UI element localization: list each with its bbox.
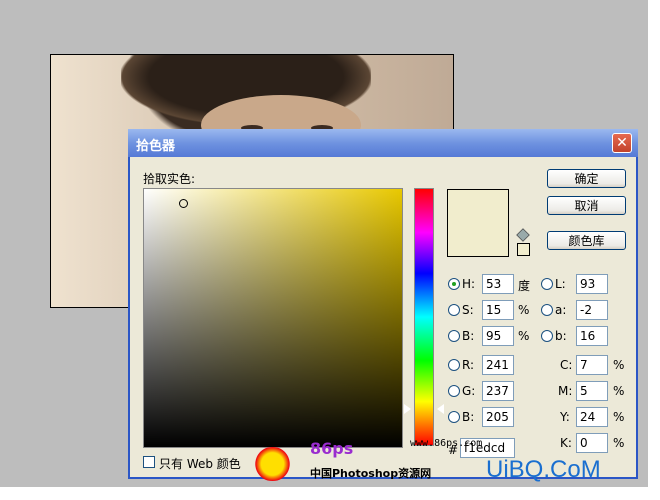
radio-a[interactable] <box>541 304 553 316</box>
out-of-gamut-cube-icon[interactable] <box>516 228 530 242</box>
color-field[interactable] <box>143 188 403 448</box>
b-unit: % <box>518 329 530 343</box>
ok-button[interactable]: 确定 <box>547 169 626 188</box>
r-input[interactable]: 241 <box>482 355 514 375</box>
hue-slider-right-arrow[interactable] <box>437 404 444 414</box>
s-unit: % <box>518 303 530 317</box>
close-button[interactable]: ✕ <box>612 133 632 153</box>
c-label: C: <box>560 358 573 372</box>
radio-b[interactable] <box>448 330 460 342</box>
cancel-button[interactable]: 取消 <box>547 196 626 215</box>
y-unit: % <box>613 410 625 424</box>
color-field-picker[interactable] <box>179 199 188 208</box>
color-library-button[interactable]: 颜色库 <box>547 231 626 250</box>
color-picker-dialog: 拾色器 ✕ 拾取实色: 确定 取消 颜色库 H: 53 度 S: 15 % B:… <box>128 129 638 481</box>
y-input[interactable]: 24 <box>576 407 608 427</box>
b-label: B: <box>462 329 475 343</box>
watermark-site-name: 中国Photoshop资源网 <box>310 467 432 480</box>
c-input[interactable]: 7 <box>576 355 608 375</box>
lab-b-input[interactable]: 16 <box>576 326 608 346</box>
watermark-brand: 86ps <box>310 439 354 458</box>
web-safe-swatch[interactable] <box>517 243 530 256</box>
g-label: G: <box>462 384 476 398</box>
l-input[interactable]: 93 <box>576 274 608 294</box>
m-label: M: <box>558 384 573 398</box>
m-input[interactable]: 5 <box>576 381 608 401</box>
rgb-b-label: B: <box>462 410 475 424</box>
radio-g[interactable] <box>448 385 460 397</box>
rgb-b-input[interactable]: 205 <box>482 407 514 427</box>
m-unit: % <box>613 384 625 398</box>
lab-b-label: b: <box>555 329 567 343</box>
web-only-checkbox[interactable] <box>143 456 155 468</box>
radio-l[interactable] <box>541 278 553 290</box>
radio-h[interactable] <box>448 278 460 290</box>
k-input[interactable]: 0 <box>576 433 608 453</box>
b-input[interactable]: 95 <box>482 326 514 346</box>
hue-slider[interactable] <box>414 188 434 446</box>
g-input[interactable]: 237 <box>482 381 514 401</box>
h-input[interactable]: 53 <box>482 274 514 294</box>
watermark-url: www.86ps.com <box>410 438 483 449</box>
radio-s[interactable] <box>448 304 460 316</box>
y-label: Y: <box>560 410 570 424</box>
dialog-title: 拾色器 <box>136 139 176 154</box>
radio-r[interactable] <box>448 359 460 371</box>
k-label: K: <box>560 436 572 450</box>
s-label: S: <box>462 303 474 317</box>
hue-slider-left-arrow[interactable] <box>404 404 411 414</box>
s-input[interactable]: 15 <box>482 300 514 320</box>
radio-lab-b[interactable] <box>541 330 553 342</box>
c-unit: % <box>613 358 625 372</box>
a-input[interactable]: -2 <box>576 300 608 320</box>
r-label: R: <box>462 358 475 372</box>
radio-rgb-b[interactable] <box>448 411 460 423</box>
l-label: L: <box>555 277 566 291</box>
k-unit: % <box>613 436 625 450</box>
title-bar[interactable]: 拾色器 ✕ <box>128 129 638 157</box>
corner-watermark: UiBQ.CoM <box>486 456 601 483</box>
h-label: H: <box>462 277 476 291</box>
a-label: a: <box>555 303 567 317</box>
current-color-swatch <box>447 189 509 257</box>
h-unit: 度 <box>518 279 531 293</box>
watermark-logo-icon <box>250 447 295 481</box>
web-only-label: 只有 Web 颜色 <box>159 457 241 471</box>
pick-solid-label: 拾取实色: <box>143 172 196 186</box>
